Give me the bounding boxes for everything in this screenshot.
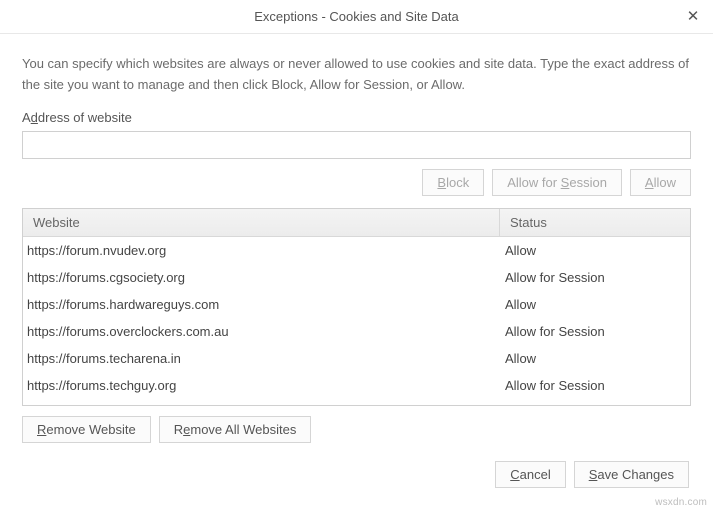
table-row[interactable]: https://forum.nvudev.orgAllow xyxy=(23,237,690,264)
table-header: Website Status xyxy=(23,209,690,237)
footer-left: Remove Website Remove All Websites xyxy=(22,416,691,443)
cell-website: https://forum.nvudev.org xyxy=(23,243,499,258)
col-status[interactable]: Status xyxy=(499,209,690,236)
remove-website-button[interactable]: Remove Website xyxy=(22,416,151,443)
cancel-button[interactable]: Cancel xyxy=(495,461,565,488)
cell-website: https://forums.techarena.in xyxy=(23,351,499,366)
titlebar: Exceptions - Cookies and Site Data ✕ xyxy=(0,0,713,34)
cell-website: https://forums.techguy.org xyxy=(23,378,499,393)
table-row[interactable]: https://forums.techguy.orgAllow for Sess… xyxy=(23,372,690,399)
cell-website: https://forums.hardwareguys.com xyxy=(23,297,499,312)
cell-website: https://forums.overclockers.com.au xyxy=(23,324,499,339)
close-icon[interactable]: ✕ xyxy=(683,6,703,26)
window-title: Exceptions - Cookies and Site Data xyxy=(254,9,459,24)
table-row[interactable]: https://forums.techarena.inAllow xyxy=(23,345,690,372)
cell-status: Allow xyxy=(499,297,690,312)
description-text: You can specify which websites are alway… xyxy=(22,54,691,96)
address-input[interactable] xyxy=(22,131,691,159)
col-website[interactable]: Website xyxy=(23,209,499,236)
table-row[interactable]: https://forums.overclockers.com.auAllow … xyxy=(23,318,690,345)
allow-session-button[interactable]: Allow for Session xyxy=(492,169,622,196)
address-label: Address of website xyxy=(22,110,691,125)
allow-button[interactable]: Allow xyxy=(630,169,691,196)
block-button[interactable]: Block xyxy=(422,169,484,196)
cell-status: Allow xyxy=(499,351,690,366)
cell-status: Allow xyxy=(499,243,690,258)
table-row[interactable]: https://forums.hardwareguys.comAllow xyxy=(23,291,690,318)
dialog-content: You can specify which websites are alway… xyxy=(0,34,713,500)
watermark: wsxdn.com xyxy=(655,497,707,508)
cell-status: Allow for Session xyxy=(499,270,690,285)
cell-status: Allow for Session xyxy=(499,324,690,339)
table-body[interactable]: https://forum.nvudev.orgAllowhttps://for… xyxy=(23,237,690,405)
cell-status: Allow for Session xyxy=(499,378,690,393)
save-changes-button[interactable]: Save Changes xyxy=(574,461,689,488)
action-button-row: Block Allow for Session Allow xyxy=(22,169,691,196)
footer-right: Cancel Save Changes xyxy=(22,461,691,488)
exceptions-table: Website Status https://forum.nvudev.orgA… xyxy=(22,208,691,406)
table-row[interactable]: https://forums.cgsociety.orgAllow for Se… xyxy=(23,264,690,291)
remove-all-button[interactable]: Remove All Websites xyxy=(159,416,312,443)
cell-website: https://forums.cgsociety.org xyxy=(23,270,499,285)
